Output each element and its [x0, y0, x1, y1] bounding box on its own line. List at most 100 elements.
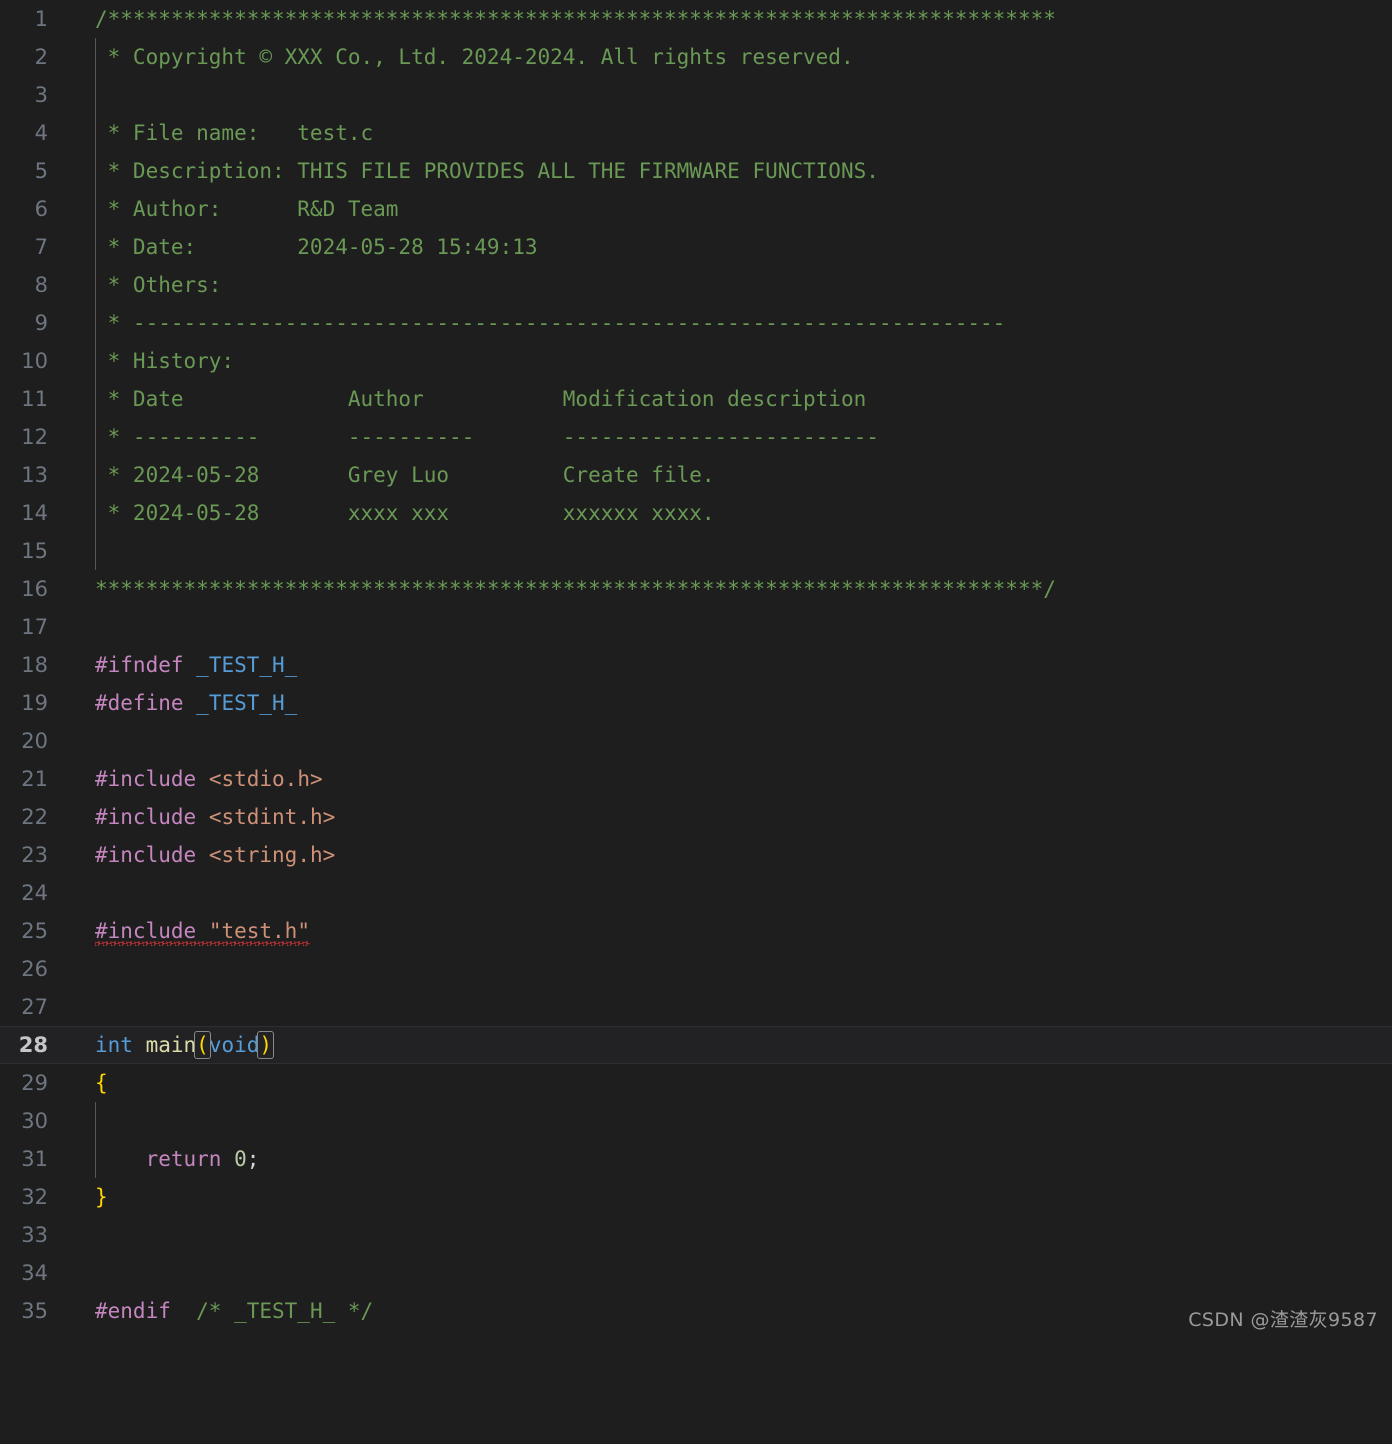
line-content: * Date: 2024-05-28 15:49:13 [95, 228, 538, 266]
comment-token: * Description: THIS FILE PROVIDES ALL TH… [95, 159, 879, 183]
history-table-row: * 2024-05-28 Grey Luo Create file. [95, 463, 715, 487]
preprocessor-directive: #include [95, 919, 197, 943]
code-line[interactable]: 20 [0, 722, 1392, 760]
code-line[interactable]: 4 * File name: test.c [0, 114, 1392, 152]
code-line[interactable]: 31 return 0; [0, 1140, 1392, 1178]
line-number: 31 [21, 1147, 48, 1171]
code-line[interactable]: 8 * Others: [0, 266, 1392, 304]
line-number: 9 [34, 311, 48, 335]
code-line[interactable]: 7 * Date: 2024-05-28 15:49:13 [0, 228, 1392, 266]
line-number: 35 [21, 1299, 48, 1323]
parameter-keyword: void [208, 1033, 260, 1057]
line-number: 34 [21, 1261, 48, 1285]
preprocessor-directive: #include [95, 843, 197, 867]
line-content: #include <stdint.h> [95, 798, 335, 836]
bracket-match-close-paren: ) [257, 1031, 275, 1059]
preprocessor-directive: #define [95, 691, 184, 715]
comment-token: /* _TEST_H_ */ [196, 1299, 374, 1323]
code-line[interactable]: 25 #include "test.h" [0, 912, 1392, 950]
code-line[interactable]: 17 [0, 608, 1392, 646]
line-content: int main(void) [95, 1026, 275, 1064]
return-type-keyword: int [95, 1033, 133, 1057]
line-content: * ---------- ---------- ----------------… [95, 418, 879, 456]
line-content: * Others: [95, 266, 222, 304]
include-header: <stdio.h> [208, 767, 323, 791]
code-line[interactable]: 23 #include <string.h> [0, 836, 1392, 874]
macro-name: _TEST_H_ [196, 653, 298, 677]
code-line[interactable]: 11 * Date Author Modification descriptio… [0, 380, 1392, 418]
code-line[interactable]: 22 #include <stdint.h> [0, 798, 1392, 836]
line-number: 1 [34, 7, 48, 31]
semicolon: ; [246, 1147, 260, 1171]
line-content: * Author: R&D Team [95, 190, 399, 228]
code-line[interactable]: 34 [0, 1254, 1392, 1292]
code-line[interactable]: 26 [0, 950, 1392, 988]
code-line[interactable]: 2 * Copyright © XXX Co., Ltd. 2024-2024.… [0, 38, 1392, 76]
code-line[interactable]: 24 [0, 874, 1392, 912]
comment-token: * Date: 2024-05-28 15:49:13 [95, 235, 538, 259]
line-number: 12 [21, 425, 48, 449]
line-number: 16 [21, 577, 48, 601]
code-line[interactable]: 30 [0, 1102, 1392, 1140]
line-content: { [95, 1064, 108, 1102]
code-line[interactable]: 35 #endif /* _TEST_H_ */ [0, 1292, 1392, 1330]
include-header: <string.h> [208, 843, 336, 867]
code-line[interactable]: 6 * Author: R&D Team [0, 190, 1392, 228]
preprocessor-directive: #endif [95, 1299, 171, 1323]
preprocessor-directive: #include [95, 805, 197, 829]
error-squiggle-underline: #include "test.h" [95, 912, 310, 950]
line-content: ****************************************… [95, 570, 1056, 608]
line-content: * Description: THIS FILE PROVIDES ALL TH… [95, 152, 879, 190]
line-content: return 0; [95, 1140, 260, 1178]
code-line[interactable]: 3 [0, 76, 1392, 114]
code-line-active[interactable]: 28 int main(void) [0, 1026, 1392, 1064]
code-line[interactable]: 29 { [0, 1064, 1392, 1102]
line-number: 17 [21, 615, 48, 639]
line-number: 13 [21, 463, 48, 487]
line-number: 7 [34, 235, 48, 259]
preprocessor-directive: #ifndef [95, 653, 184, 677]
code-line[interactable]: 1 /*************************************… [0, 0, 1392, 38]
bracket-match-open-paren: ( [194, 1031, 211, 1059]
csdn-watermark: CSDN @渣渣灰9587 [1188, 1309, 1378, 1331]
include-header: "test.h" [208, 919, 310, 943]
line-content: #include <string.h> [95, 836, 335, 874]
line-number: 19 [21, 691, 48, 715]
code-line[interactable]: 27 [0, 988, 1392, 1026]
comment-token: * Copyright © XXX Co., Ltd. 2024-2024. A… [95, 45, 854, 69]
code-editor[interactable]: 1 /*************************************… [0, 0, 1392, 1340]
line-content: * 2024-05-28 Grey Luo Create file. [95, 456, 715, 494]
code-line[interactable]: 13 * 2024-05-28 Grey Luo Create file. [0, 456, 1392, 494]
code-line[interactable]: 10 * History: [0, 342, 1392, 380]
line-number: 8 [34, 273, 48, 297]
line-number: 4 [34, 121, 48, 145]
code-line[interactable]: 32 } [0, 1178, 1392, 1216]
line-number: 21 [21, 767, 48, 791]
code-line[interactable]: 18 #ifndef _TEST_H_ [0, 646, 1392, 684]
line-content: #endif /* _TEST_H_ */ [95, 1292, 373, 1330]
line-number: 3 [34, 83, 48, 107]
code-line[interactable]: 16 *************************************… [0, 570, 1392, 608]
line-number: 6 [34, 197, 48, 221]
history-table-row: * 2024-05-28 xxxx xxx xxxxxx xxxx. [95, 501, 715, 525]
line-content: #ifndef _TEST_H_ [95, 646, 297, 684]
code-line[interactable]: 19 #define _TEST_H_ [0, 684, 1392, 722]
code-line[interactable]: 15 [0, 532, 1392, 570]
code-line[interactable]: 5 * Description: THIS FILE PROVIDES ALL … [0, 152, 1392, 190]
line-content: * --------------------------------------… [95, 304, 1006, 342]
code-line[interactable]: 21 #include <stdio.h> [0, 760, 1392, 798]
include-header: <stdint.h> [208, 805, 336, 829]
code-line[interactable]: 14 * 2024-05-28 xxxx xxx xxxxxx xxxx. [0, 494, 1392, 532]
line-number: 15 [21, 539, 48, 563]
return-value: 0 [234, 1147, 247, 1171]
history-table-divider: * ---------- ---------- ----------------… [95, 425, 879, 449]
line-number: 24 [21, 881, 48, 905]
code-line[interactable]: 12 * ---------- ---------- -------------… [0, 418, 1392, 456]
line-number: 23 [21, 843, 48, 867]
line-number: 30 [21, 1109, 48, 1133]
code-line[interactable]: 33 [0, 1216, 1392, 1254]
comment-token: * File name: test.c [95, 121, 374, 145]
return-keyword: return [145, 1147, 222, 1171]
code-line[interactable]: 9 * ------------------------------------… [0, 304, 1392, 342]
line-content: * 2024-05-28 xxxx xxx xxxxxx xxxx. [95, 494, 715, 532]
